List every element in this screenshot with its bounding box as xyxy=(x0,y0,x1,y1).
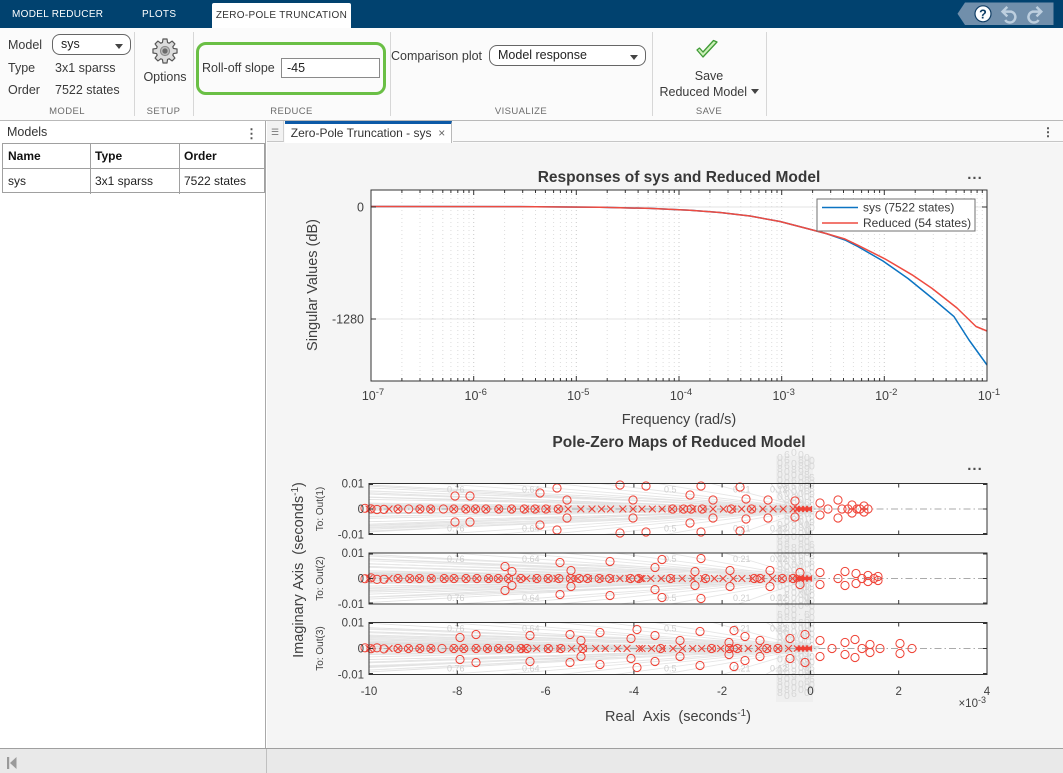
svg-text:0.64: 0.64 xyxy=(522,485,540,495)
svg-text:0.01: 0.01 xyxy=(342,479,364,491)
svg-text:...: ... xyxy=(967,457,983,474)
svg-text:-10: -10 xyxy=(361,686,378,698)
svg-text:Pole-Zero Maps of Reduced Mode: Pole-Zero Maps of Reduced Model xyxy=(552,434,805,451)
svg-text:0.5: 0.5 xyxy=(664,664,677,674)
svg-text:-2: -2 xyxy=(717,686,727,698)
svg-text:10-1: 10-1 xyxy=(978,387,1000,403)
svg-text:Frequency (rad/s): Frequency (rad/s) xyxy=(622,412,736,428)
svg-text:0.21: 0.21 xyxy=(733,554,751,564)
svg-text:0.21: 0.21 xyxy=(733,664,751,674)
svg-text:0.76: 0.76 xyxy=(447,524,465,534)
svg-text:0.21: 0.21 xyxy=(733,624,751,634)
svg-text:-0.01: -0.01 xyxy=(338,670,364,682)
svg-text:0.64: 0.64 xyxy=(522,554,540,564)
svg-text:Singular Values (dB): Singular Values (dB) xyxy=(305,219,321,351)
svg-text:-0.01: -0.01 xyxy=(338,599,364,611)
svg-text:0: 0 xyxy=(358,574,364,586)
svg-text:0.5: 0.5 xyxy=(664,524,677,534)
svg-text:0.01: 0.01 xyxy=(342,548,364,560)
svg-text:0.76: 0.76 xyxy=(447,664,465,674)
svg-text:Reduced (54 states): Reduced (54 states) xyxy=(863,216,971,230)
svg-text:?: ? xyxy=(979,7,987,21)
svg-text:×10-3: ×10-3 xyxy=(958,695,986,710)
svg-text:-6: -6 xyxy=(540,686,550,698)
svg-text:0.64: 0.64 xyxy=(522,664,540,674)
svg-text:2: 2 xyxy=(895,686,901,698)
svg-text:Responses of sys and Reduced M: Responses of sys and Reduced Model xyxy=(538,169,821,186)
svg-text:10-7: 10-7 xyxy=(362,387,384,403)
svg-text:0.5: 0.5 xyxy=(664,485,677,495)
svg-text:sys (7522 states): sys (7522 states) xyxy=(863,201,954,215)
svg-text:0.64: 0.64 xyxy=(522,593,540,603)
svg-text:0.76: 0.76 xyxy=(447,554,465,564)
svg-text:-0.01: -0.01 xyxy=(338,530,364,542)
svg-text:Imaginary Axis (seconds-1): Imaginary Axis (seconds-1) xyxy=(290,482,307,658)
svg-text:-4: -4 xyxy=(629,686,640,698)
svg-text:0.64: 0.64 xyxy=(522,524,540,534)
svg-text:0: 0 xyxy=(357,201,364,215)
svg-text:Real Axis (seconds-1): Real Axis (seconds-1) xyxy=(605,708,751,725)
svg-text:0: 0 xyxy=(358,504,364,516)
svg-text:10-3: 10-3 xyxy=(773,387,795,403)
svg-text:0.76: 0.76 xyxy=(447,593,465,603)
svg-text:0: 0 xyxy=(807,686,813,698)
svg-text:0.64: 0.64 xyxy=(522,624,540,634)
svg-text:-1280: -1280 xyxy=(332,313,364,327)
svg-text:10-4: 10-4 xyxy=(670,387,692,403)
svg-text:10-6: 10-6 xyxy=(465,387,487,403)
svg-text:0: 0 xyxy=(358,644,364,656)
svg-text:-8: -8 xyxy=(452,686,462,698)
svg-text:10-5: 10-5 xyxy=(567,387,589,403)
svg-text:To: Out(3): To: Out(3) xyxy=(315,626,326,670)
svg-text:...: ... xyxy=(967,166,983,183)
svg-text:To: Out(2): To: Out(2) xyxy=(315,556,326,600)
svg-text:0.5: 0.5 xyxy=(664,624,677,634)
svg-text:To: Out(1): To: Out(1) xyxy=(315,487,326,531)
svg-text:0.21: 0.21 xyxy=(733,593,751,603)
svg-text:0.76: 0.76 xyxy=(447,485,465,495)
svg-text:0.76: 0.76 xyxy=(447,624,465,634)
svg-text:0.01: 0.01 xyxy=(342,618,364,630)
svg-text:10-2: 10-2 xyxy=(875,387,897,403)
